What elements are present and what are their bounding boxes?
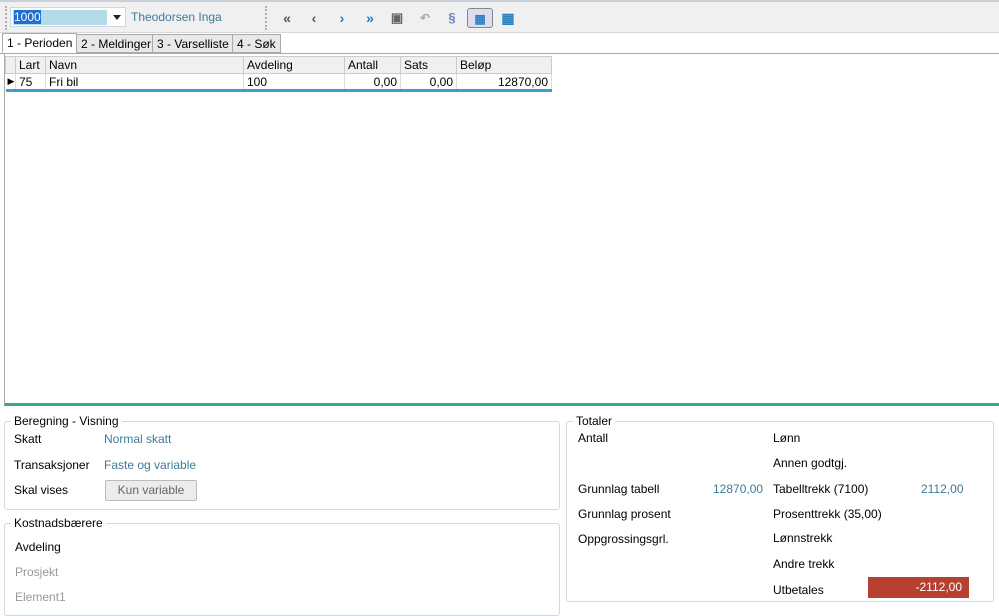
lonnstrekk-label: Lønnstrekk <box>773 531 833 545</box>
previous-record-icon[interactable]: ‹ <box>303 8 325 28</box>
undo-icon[interactable]: ↶ <box>414 8 436 28</box>
column-header[interactable]: Lart <box>15 56 46 74</box>
grunnlag-tabell-label: Grunnlag tabell <box>578 482 660 496</box>
tabelltrekk-value: 2112,00 <box>921 482 964 496</box>
tab-meldinger[interactable]: 2 - Meldinger <box>76 34 157 53</box>
employee-id[interactable]: 1000 <box>14 10 41 24</box>
cell-avdeling[interactable]: 100 <box>243 73 345 91</box>
transaksjoner-value[interactable]: Faste og variable <box>104 458 196 472</box>
tab-sok[interactable]: 4 - Søk <box>232 34 281 53</box>
cell-antall[interactable]: 0,00 <box>344 73 401 91</box>
toolbar: 1000 Theodorsen Inga « ‹ › » ▣ ↶ § ▦ ▦ <box>0 0 999 33</box>
employee-name: Theodorsen Inga <box>131 10 222 24</box>
transactions-grid: Lart Navn Avdeling Antall Sats Beløp ▶ 7… <box>4 54 999 406</box>
cell-belop[interactable]: 12870,00 <box>456 73 552 91</box>
table-row[interactable]: ▶ 75 Fri bil 100 0,00 0,00 12870,00 <box>5 73 552 91</box>
kostnadsbaerere-panel: Kostnadsbærere <box>4 516 560 616</box>
row-header-corner <box>5 56 16 74</box>
totaler-title: Totaler <box>576 414 613 428</box>
skatt-value[interactable]: Normal skatt <box>104 432 171 446</box>
column-header[interactable]: Navn <box>45 56 244 74</box>
column-header[interactable]: Antall <box>344 56 401 74</box>
skal-vises-label: Skal vises <box>14 483 69 497</box>
save-icon[interactable]: ▣ <box>386 8 408 28</box>
prosjekt-label: Prosjekt <box>15 565 59 579</box>
table-icon[interactable]: ▦ <box>497 8 519 28</box>
employee-combo[interactable]: 1000 <box>10 7 126 27</box>
kun-variable-button[interactable]: Kun variable <box>105 480 197 501</box>
antall-label: Antall <box>578 431 609 445</box>
last-record-icon[interactable]: » <box>359 8 381 28</box>
lonn-label: Lønn <box>773 431 801 445</box>
tabelltrekk-label: Tabelltrekk (7100) <box>773 482 869 496</box>
skatt-label: Skatt <box>14 432 42 446</box>
oppgrossing-label: Oppgrossingsgrl. <box>578 532 669 546</box>
tab-bar: 1 - Perioden 2 - Meldinger 3 - Varsellis… <box>0 33 999 54</box>
cell-sats[interactable]: 0,00 <box>400 73 457 91</box>
element1-label: Element1 <box>15 590 66 604</box>
utbetales-value: -2112,00 <box>868 577 969 598</box>
annen-godtgj-label: Annen godtgj. <box>773 456 848 470</box>
prosenttrekk-label: Prosenttrekk (35,00) <box>773 507 882 521</box>
column-header[interactable]: Beløp <box>456 56 552 74</box>
toolbar-grip[interactable] <box>265 6 267 30</box>
grunnlag-tabell-value: 12870,00 <box>713 482 764 496</box>
column-header[interactable]: Avdeling <box>243 56 345 74</box>
cell-navn[interactable]: Fri bil <box>45 73 244 91</box>
transaksjoner-label: Transaksjoner <box>14 458 90 472</box>
beregning-title: Beregning - Visning <box>14 414 119 428</box>
calculator-icon[interactable]: ▦ <box>467 8 493 28</box>
column-header[interactable]: Sats <box>400 56 457 74</box>
andre-trekk-label: Andre trekk <box>773 557 835 571</box>
grunnlag-prosent-label: Grunnlag prosent <box>578 507 671 521</box>
avdeling-label: Avdeling <box>15 540 61 554</box>
cell-lart[interactable]: 75 <box>15 73 46 91</box>
utbetales-label: Utbetales <box>773 583 824 597</box>
paragraph-icon[interactable]: § <box>441 8 463 28</box>
toolbar-grip[interactable] <box>5 6 7 30</box>
kostnadsbaerere-title: Kostnadsbærere <box>14 516 103 530</box>
table-header: Lart Navn Avdeling Antall Sats Beløp <box>5 56 552 74</box>
first-record-icon[interactable]: « <box>276 8 298 28</box>
tab-varselliste[interactable]: 3 - Varselliste <box>152 34 234 53</box>
current-row-icon: ▶ <box>5 73 16 91</box>
chevron-down-icon[interactable] <box>113 15 121 20</box>
tab-perioden[interactable]: 1 - Perioden <box>2 33 78 53</box>
next-record-icon[interactable]: › <box>331 8 353 28</box>
